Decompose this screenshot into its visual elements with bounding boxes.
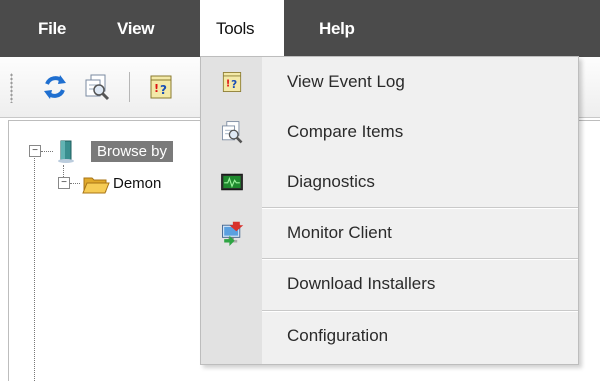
event-log-icon: ! ? — [222, 72, 242, 92]
child-expander[interactable]: − — [58, 177, 70, 189]
menu-item-download-installers[interactable]: Download Installers — [201, 259, 578, 309]
refresh-icon — [44, 75, 66, 99]
menu-item-configuration[interactable]: Configuration — [201, 311, 578, 361]
menu-item-view-event-log[interactable]: ! ? View Event Log — [201, 57, 578, 107]
menu-view[interactable]: View — [117, 0, 155, 57]
tools-dropdown-menu: ! ? View Event Log Compare Items Diagnos… — [200, 56, 579, 365]
tree-connector — [34, 151, 35, 381]
menu-item-compare-items[interactable]: Compare Items — [201, 107, 578, 157]
diagnostics-icon — [221, 173, 243, 191]
tree-connector — [70, 183, 80, 184]
menu-item-diagnostics[interactable]: Diagnostics — [201, 157, 578, 207]
event-log-icon: ! ? — [150, 75, 172, 99]
root-expander[interactable]: − — [29, 145, 41, 157]
menu-item-label: Diagnostics — [287, 172, 375, 191]
menu-item-label: View Event Log — [287, 72, 405, 91]
menu-item-monitor-client[interactable]: Monitor Client — [201, 208, 578, 258]
compare-icon — [222, 121, 243, 144]
refresh-button[interactable] — [40, 72, 70, 102]
compare-toolbar-button[interactable] — [82, 72, 112, 102]
svg-text:?: ? — [231, 79, 237, 91]
menu-item-label: Compare Items — [287, 122, 404, 141]
menu-item-label: Monitor Client — [287, 223, 392, 242]
menu-item-label: Configuration — [287, 326, 389, 345]
menu-file[interactable]: File — [38, 0, 66, 57]
folder-open-icon — [82, 177, 110, 194]
menu-item-label: Download Installers — [287, 274, 436, 293]
svg-text:!: ! — [154, 82, 159, 95]
svg-text:!: ! — [226, 78, 230, 89]
menu-bar: File View Tools Help — [0, 0, 600, 57]
menu-help[interactable]: Help — [319, 0, 355, 57]
svg-text:?: ? — [160, 83, 167, 97]
compare-icon — [85, 74, 110, 101]
tree-child-label[interactable]: Demon — [113, 175, 161, 192]
menu-tools[interactable]: Tools — [200, 0, 284, 57]
tree-connector — [41, 151, 53, 152]
monitor-client-icon — [222, 221, 244, 246]
toolbar-grip[interactable] — [10, 73, 13, 103]
tree-root-label[interactable]: Browse by — [91, 141, 174, 162]
server-icon — [58, 140, 74, 163]
toolbar-separator — [129, 72, 130, 102]
event-log-toolbar-button[interactable]: ! ? — [146, 72, 176, 102]
